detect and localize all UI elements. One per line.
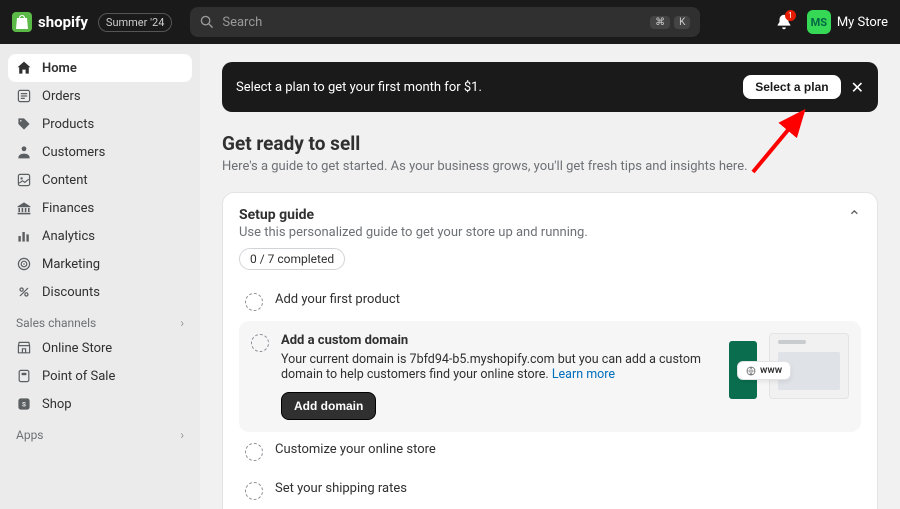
customers-icon xyxy=(16,144,32,160)
channel-pos[interactable]: Point of Sale xyxy=(8,362,192,390)
step-add-domain[interactable]: Add a custom domain Your current domain … xyxy=(239,321,861,432)
close-icon[interactable]: ✕ xyxy=(851,78,864,97)
brand-logo[interactable]: shopify Summer '24 xyxy=(12,12,172,32)
store-icon xyxy=(16,340,32,356)
pos-icon xyxy=(16,368,32,384)
step-incomplete-icon xyxy=(251,334,269,352)
sales-channels-header[interactable]: Sales channels › xyxy=(8,306,192,334)
svg-text:S: S xyxy=(22,400,26,408)
step-description: Your current domain is 7bfd94-b5.myshopi… xyxy=(281,352,701,382)
domain-graphic: www xyxy=(729,333,849,403)
search-input[interactable]: Search ⌘ K xyxy=(190,7,700,37)
orders-icon xyxy=(16,88,32,104)
store-name: My Store xyxy=(837,15,888,30)
analytics-icon xyxy=(16,228,32,244)
learn-more-link[interactable]: Learn more xyxy=(552,367,615,382)
sidebar-item-products[interactable]: Products xyxy=(8,110,192,138)
home-icon xyxy=(16,60,32,76)
progress-badge: 0 / 7 completed xyxy=(239,248,345,270)
add-domain-button[interactable]: Add domain xyxy=(281,392,376,420)
notifications-button[interactable]: 1 xyxy=(775,13,793,31)
chevron-right-icon: › xyxy=(180,428,184,442)
guide-title: Setup guide xyxy=(239,207,588,223)
sidebar-item-finances[interactable]: Finances xyxy=(8,194,192,222)
discounts-icon xyxy=(16,284,32,300)
notification-badge: 1 xyxy=(785,10,796,21)
main-content: Select a plan to get your first month fo… xyxy=(200,44,900,509)
step-incomplete-icon xyxy=(245,482,263,500)
shop-icon: S xyxy=(16,396,32,412)
channel-online-store[interactable]: Online Store xyxy=(8,334,192,362)
chevron-up-icon[interactable]: ⌃ xyxy=(848,207,861,226)
step-shipping-rates[interactable]: Set your shipping rates xyxy=(239,471,861,509)
select-plan-button[interactable]: Select a plan xyxy=(743,75,840,99)
www-pill: www xyxy=(737,361,791,380)
brand-text: shopify xyxy=(38,13,88,31)
apps-header[interactable]: Apps › xyxy=(8,418,192,446)
sidebar-item-content[interactable]: Content xyxy=(8,166,192,194)
sidebar-item-home[interactable]: Home xyxy=(8,54,192,82)
store-avatar: MS xyxy=(807,10,831,34)
sidebar-item-marketing[interactable]: Marketing xyxy=(8,250,192,278)
sidebar-item-orders[interactable]: Orders xyxy=(8,82,192,110)
sidebar-item-discounts[interactable]: Discounts xyxy=(8,278,192,306)
step-customize-store[interactable]: Customize your online store xyxy=(239,432,861,471)
sidebar-item-analytics[interactable]: Analytics xyxy=(8,222,192,250)
step-incomplete-icon xyxy=(245,293,263,311)
season-badge[interactable]: Summer '24 xyxy=(98,13,172,32)
marketing-icon xyxy=(16,256,32,272)
setup-guide-card: Setup guide Use this personalized guide … xyxy=(222,192,878,509)
search-shortcut: ⌘ K xyxy=(650,16,690,29)
finances-icon xyxy=(16,200,32,216)
sidebar: Home Orders Products Customers Content F… xyxy=(0,44,200,509)
guide-subtitle: Use this personalized guide to get your … xyxy=(239,225,588,240)
banner-text: Select a plan to get your first month fo… xyxy=(236,80,482,95)
step-incomplete-icon xyxy=(245,443,263,461)
channel-shop[interactable]: S Shop xyxy=(8,390,192,418)
step-add-product[interactable]: Add your first product xyxy=(239,282,861,321)
shopify-bag-icon xyxy=(12,12,32,32)
annotation-arrow xyxy=(743,102,823,182)
globe-icon xyxy=(746,366,756,376)
plan-banner: Select a plan to get your first month fo… xyxy=(222,62,878,112)
store-switcher[interactable]: MS My Store xyxy=(807,10,888,34)
content-icon xyxy=(16,172,32,188)
search-icon xyxy=(200,15,214,29)
sidebar-item-customers[interactable]: Customers xyxy=(8,138,192,166)
products-icon xyxy=(16,116,32,132)
chevron-right-icon: › xyxy=(180,316,184,330)
topbar: shopify Summer '24 Search ⌘ K 1 MS My St… xyxy=(0,0,900,44)
search-placeholder: Search xyxy=(222,15,262,30)
